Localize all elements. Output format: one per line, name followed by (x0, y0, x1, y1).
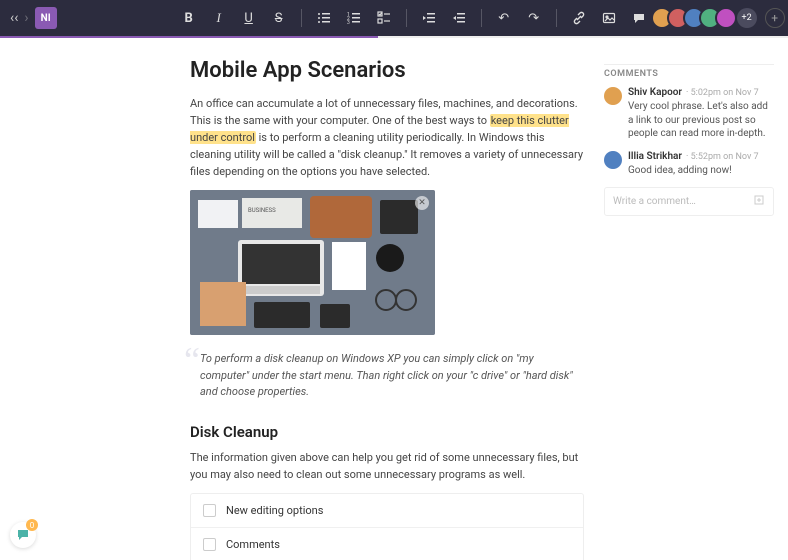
format-toolbar: B I U S 123 ↶ ↷ (177, 6, 651, 30)
comments-panel: COMMENTS Shiv Kapoor · 5:02pm on Nov 7 V… (604, 58, 774, 560)
checklist: New editing options Comments Collaborati… (190, 493, 584, 560)
section-heading: Disk Cleanup (190, 423, 584, 441)
help-bubble[interactable]: 0 (10, 522, 36, 548)
underline-icon[interactable]: U (237, 6, 261, 30)
quote-text: To perform a disk cleanup on Windows XP … (200, 351, 584, 401)
link-icon[interactable] (567, 6, 591, 30)
comment-input[interactable]: Write a comment… (604, 187, 774, 216)
check-label: New editing options (226, 504, 323, 517)
checklist-icon[interactable] (372, 6, 396, 30)
svg-text:BUSINESS: BUSINESS (248, 207, 276, 214)
comment[interactable]: Illia Strikhar · 5:52pm on Nov 7 Good id… (604, 151, 774, 178)
image-icon[interactable] (597, 6, 621, 30)
document-body: Mobile App Scenarios An office can accum… (14, 58, 600, 560)
loading-bar (0, 36, 788, 38)
check-label: Comments (226, 538, 280, 551)
page-title: Mobile App Scenarios (190, 58, 584, 83)
inline-image[interactable]: BUSINESS ✕ (190, 190, 435, 335)
user-avatar[interactable]: NI (35, 7, 57, 29)
paragraph: An office can accumulate a lot of unnece… (190, 95, 584, 180)
undo-icon[interactable]: ↶ (492, 6, 516, 30)
outdent-icon[interactable] (417, 6, 441, 30)
checkbox-icon[interactable] (203, 538, 216, 551)
comment-time: · 5:02pm on Nov 7 (686, 88, 759, 98)
comment[interactable]: Shiv Kapoor · 5:02pm on Nov 7 Very cool … (604, 87, 774, 141)
checkbox-icon[interactable] (203, 504, 216, 517)
bold-icon[interactable]: B (177, 6, 201, 30)
comment-time: · 5:52pm on Nov 7 (686, 152, 759, 162)
blockquote: To perform a disk cleanup on Windows XP … (190, 347, 584, 405)
check-item[interactable]: New editing options (191, 494, 583, 528)
numbered-list-icon[interactable]: 123 (342, 6, 366, 30)
indent-icon[interactable] (447, 6, 471, 30)
italic-icon[interactable]: I (207, 6, 231, 30)
bullet-list-icon[interactable] (312, 6, 336, 30)
comment-author: Illia Strikhar (628, 151, 682, 162)
check-item[interactable]: Comments (191, 528, 583, 560)
comment-text: Very cool phrase. Let's also add a link … (628, 100, 774, 141)
comment-author: Shiv Kapoor (628, 87, 682, 98)
attach-icon[interactable] (753, 194, 765, 209)
comment-text: Good idea, adding now! (628, 164, 774, 178)
forward-arrow-icon: › (24, 10, 28, 26)
comment-icon[interactable] (627, 6, 651, 30)
back-arrow-icon[interactable]: ‹‹ (10, 10, 18, 26)
top-toolbar: ‹‹ › NI B I U S 123 ↶ ↷ (0, 0, 788, 36)
svg-text:3: 3 (347, 20, 350, 25)
strikethrough-icon[interactable]: S (267, 6, 291, 30)
add-user-button[interactable]: + (765, 8, 785, 28)
notification-badge: 0 (26, 519, 38, 531)
paragraph: The information given above can help you… (190, 449, 584, 483)
avatar (604, 87, 622, 105)
comment-input-placeholder: Write a comment… (613, 196, 696, 207)
collaborator-avatars[interactable] (651, 7, 737, 29)
extra-users-badge[interactable]: +2 (737, 8, 757, 28)
redo-icon[interactable]: ↷ (522, 6, 546, 30)
avatar (604, 151, 622, 169)
comments-heading: COMMENTS (604, 64, 774, 87)
